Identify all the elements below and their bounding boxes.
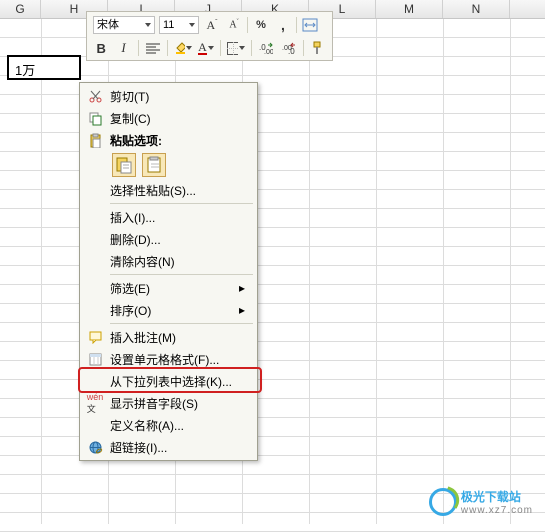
paste-option-1[interactable] bbox=[112, 153, 136, 177]
menu-phonetic[interactable]: wén文 显示拼音字段(S) bbox=[82, 392, 255, 414]
separator bbox=[110, 274, 253, 275]
font-color-button[interactable]: A bbox=[198, 39, 214, 57]
fill-color-button[interactable] bbox=[174, 39, 192, 57]
italic-button[interactable]: I bbox=[115, 39, 131, 57]
chevron-down-icon bbox=[145, 23, 151, 27]
chevron-down-icon bbox=[189, 23, 195, 27]
font-name-combo[interactable]: 宋体 bbox=[93, 16, 155, 34]
context-menu: 剪切(T) 复制(C) 粘贴选项: 选择性粘贴(S)... 插入(I)... 删… bbox=[79, 82, 258, 461]
merge-center-button[interactable] bbox=[301, 16, 319, 34]
menu-filter-label: 筛选(E) bbox=[106, 280, 239, 297]
phonetic-icon: wén文 bbox=[84, 393, 106, 413]
font-name-value: 宋体 bbox=[97, 17, 119, 33]
menu-sort-label: 排序(O) bbox=[106, 302, 239, 319]
grow-font-button[interactable]: Aˆ bbox=[203, 16, 221, 34]
decrease-decimal-icon: .00.0 bbox=[282, 42, 296, 54]
borders-icon bbox=[227, 42, 238, 55]
menu-insert-comment[interactable]: 插入批注(M) bbox=[82, 326, 255, 348]
mini-toolbar: 宋体 11 Aˆ Aˇ % , B I A bbox=[86, 11, 333, 61]
menu-hyperlink[interactable]: 超链接(I)... bbox=[82, 436, 255, 458]
menu-format-cells-label: 设置单元格格式(F)... bbox=[106, 351, 245, 368]
shrink-font-button[interactable]: Aˇ bbox=[225, 16, 243, 34]
menu-clear-label: 清除内容(N) bbox=[106, 253, 245, 270]
separator bbox=[110, 203, 253, 204]
menu-phonetic-label: 显示拼音字段(S) bbox=[106, 395, 245, 412]
increase-decimal-icon: .0.00 bbox=[259, 42, 273, 54]
menu-format-cells[interactable]: 设置单元格格式(F)... bbox=[82, 348, 255, 370]
align-icon bbox=[146, 42, 160, 54]
menu-delete[interactable]: 删除(D)... bbox=[82, 228, 255, 250]
menu-paste-special-label: 选择性粘贴(S)... bbox=[106, 182, 245, 199]
svg-text:.0: .0 bbox=[288, 47, 295, 54]
menu-dropdown-pick-label: 从下拉列表中选择(K)... bbox=[106, 373, 245, 390]
chevron-down-icon bbox=[186, 46, 192, 50]
copy-icon bbox=[84, 108, 106, 128]
menu-insert-comment-label: 插入批注(M) bbox=[106, 329, 245, 346]
increase-decimal-button[interactable]: .0.00 bbox=[258, 39, 274, 57]
font-size-combo[interactable]: 11 bbox=[159, 16, 199, 34]
menu-cut[interactable]: 剪切(T) bbox=[82, 85, 255, 107]
menu-cut-label: 剪切(T) bbox=[106, 88, 245, 105]
colh-n[interactable]: N bbox=[443, 0, 510, 18]
comma-style-button[interactable]: , bbox=[274, 16, 292, 34]
watermark-brand: 极光下载站 bbox=[461, 488, 533, 505]
watermark: 极光下载站 www.xz7.com bbox=[429, 488, 533, 516]
percent-style-button[interactable]: % bbox=[252, 16, 270, 34]
chevron-down-icon bbox=[239, 46, 245, 50]
clipboard-icon bbox=[84, 130, 106, 150]
menu-paste-options: 粘贴选项: bbox=[82, 129, 255, 151]
merge-cells-icon bbox=[302, 18, 318, 32]
submenu-arrow-icon: ▸ bbox=[239, 281, 245, 295]
menu-dropdown-pick[interactable]: 从下拉列表中选择(K)... bbox=[82, 370, 255, 392]
watermark-logo-icon bbox=[429, 488, 457, 516]
menu-filter[interactable]: 筛选(E) ▸ bbox=[82, 277, 255, 299]
menu-insert-label: 插入(I)... bbox=[106, 209, 245, 226]
menu-clear[interactable]: 清除内容(N) bbox=[82, 250, 255, 272]
font-size-value: 11 bbox=[163, 17, 174, 33]
menu-hyperlink-label: 超链接(I)... bbox=[106, 439, 245, 456]
decrease-decimal-button[interactable]: .00.0 bbox=[280, 39, 296, 57]
menu-delete-label: 删除(D)... bbox=[106, 231, 245, 248]
svg-text:.00: .00 bbox=[264, 49, 273, 54]
separator bbox=[110, 323, 253, 324]
menu-define-name-label: 定义名称(A)... bbox=[106, 417, 245, 434]
paintbrush-icon bbox=[311, 41, 325, 55]
scissors-icon bbox=[84, 86, 106, 106]
submenu-arrow-icon: ▸ bbox=[239, 303, 245, 317]
menu-paste-options-label: 粘贴选项: bbox=[106, 132, 245, 149]
paste-option-2[interactable] bbox=[142, 153, 166, 177]
paste-option-icons bbox=[82, 151, 255, 179]
bold-button[interactable]: B bbox=[93, 39, 109, 57]
colh-g[interactable]: G bbox=[0, 0, 41, 18]
align-toggle-button[interactable] bbox=[145, 39, 161, 57]
menu-sort[interactable]: 排序(O) ▸ bbox=[82, 299, 255, 321]
format-icon bbox=[84, 349, 106, 369]
menu-define-name[interactable]: 定义名称(A)... bbox=[82, 414, 255, 436]
borders-button[interactable] bbox=[227, 39, 245, 57]
chevron-down-icon bbox=[208, 46, 214, 50]
bucket-icon bbox=[174, 41, 185, 55]
hyperlink-icon bbox=[84, 437, 106, 457]
format-painter-button[interactable] bbox=[310, 39, 326, 57]
menu-insert[interactable]: 插入(I)... bbox=[82, 206, 255, 228]
colh-m[interactable]: M bbox=[376, 0, 443, 18]
comment-icon bbox=[84, 327, 106, 347]
selected-cell[interactable]: 1万 bbox=[7, 55, 81, 80]
menu-paste-special[interactable]: 选择性粘贴(S)... bbox=[82, 179, 255, 201]
watermark-url: www.xz7.com bbox=[461, 505, 533, 516]
menu-copy-label: 复制(C) bbox=[106, 110, 245, 127]
menu-copy[interactable]: 复制(C) bbox=[82, 107, 255, 129]
